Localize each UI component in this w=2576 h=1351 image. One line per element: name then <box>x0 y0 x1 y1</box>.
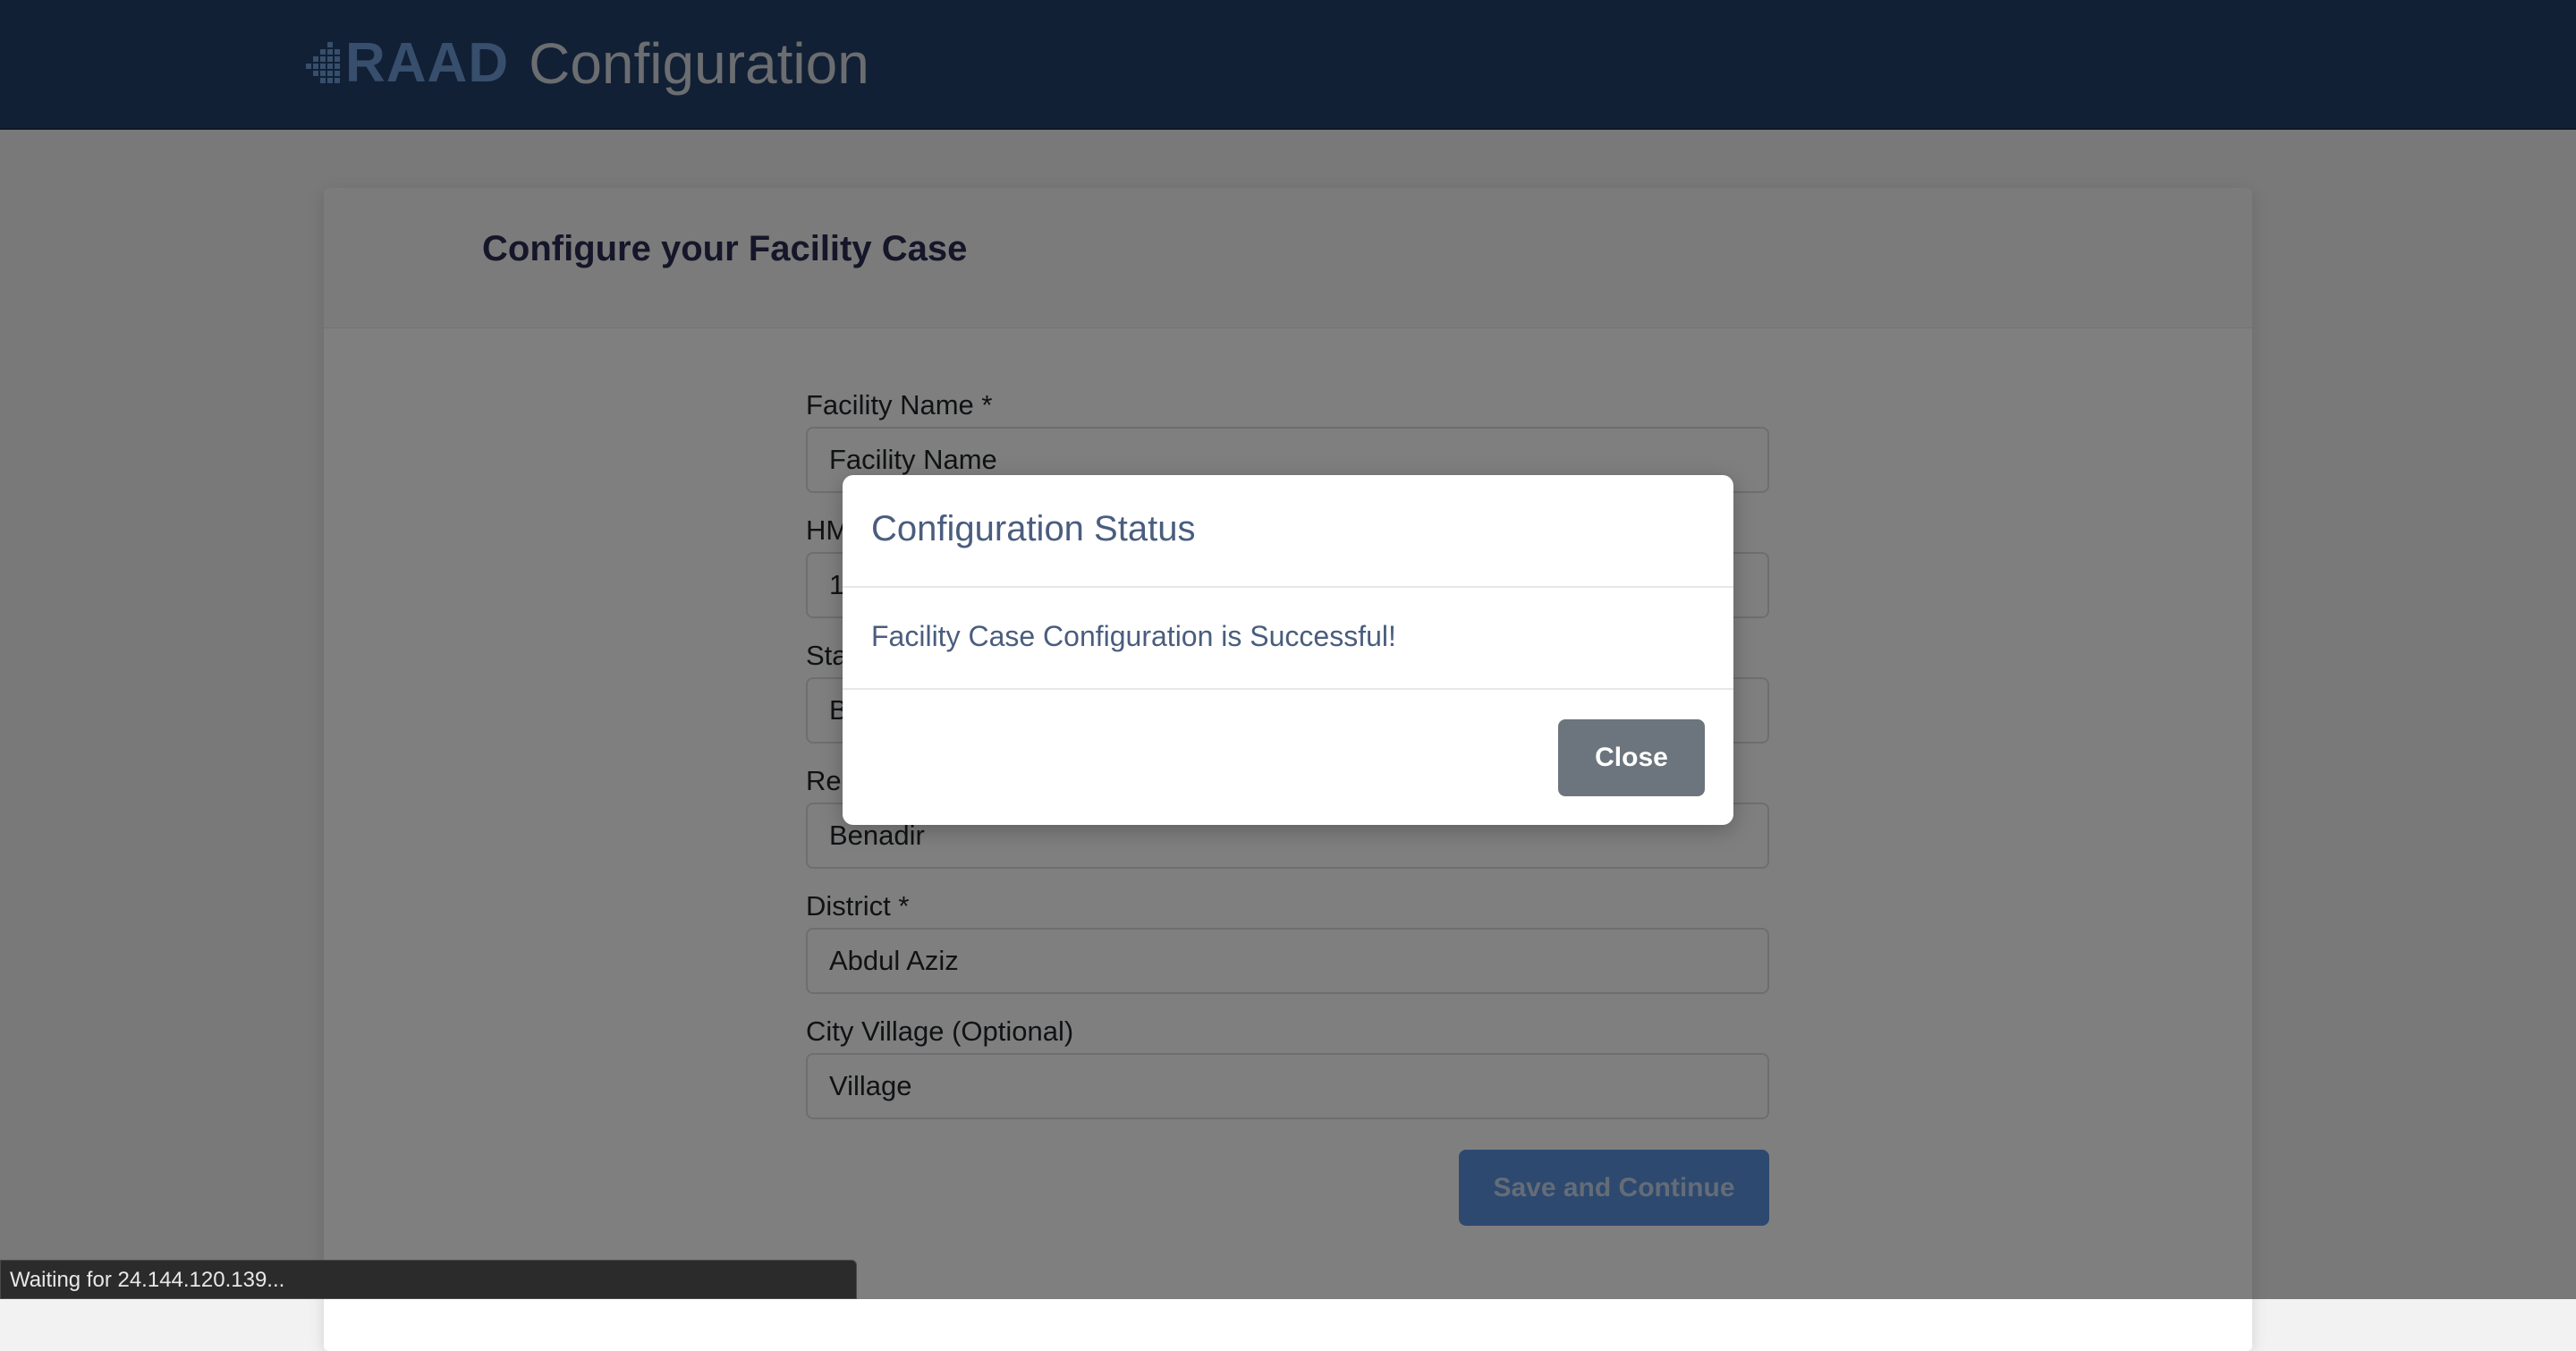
modal-title: Configuration Status <box>871 509 1196 548</box>
close-button[interactable]: Close <box>1558 719 1705 796</box>
modal-header: Configuration Status <box>843 475 1733 588</box>
browser-status-bar: Waiting for 24.144.120.139... <box>0 1260 857 1299</box>
modal-message: Facility Case Configuration is Successfu… <box>871 620 1396 652</box>
configuration-status-modal: Configuration Status Facility Case Confi… <box>843 475 1733 825</box>
modal-body: Facility Case Configuration is Successfu… <box>843 588 1733 690</box>
status-text: Waiting for 24.144.120.139... <box>10 1268 285 1292</box>
